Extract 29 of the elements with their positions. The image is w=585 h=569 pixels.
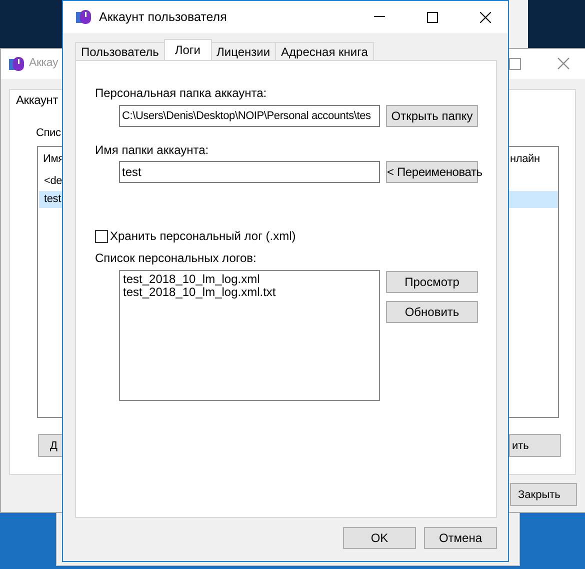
- list-label: Спис: [36, 127, 61, 139]
- column-header[interactable]: нлайн: [510, 153, 540, 165]
- tab[interactable]: Адресная книга: [275, 42, 374, 60]
- list-item[interactable]: test_2018_10_lm_log.xml.txt: [123, 286, 376, 299]
- minimize-icon[interactable]: [374, 16, 384, 18]
- checkbox-label[interactable]: Хранить персональный лог (.xml): [110, 229, 296, 244]
- tab[interactable]: Пользователь: [75, 42, 165, 60]
- checkbox[interactable]: [95, 230, 108, 243]
- list-item[interactable]: test_2018_10_lm_log.xml: [123, 273, 376, 286]
- app-icon: [9, 56, 25, 72]
- button[interactable]: Просмотр: [386, 271, 478, 293]
- field-label: Персональная папка аккаунта:: [95, 86, 268, 101]
- path-field[interactable]: C:\Users\Denis\Desktop\NOIP\Personal accounts\tes: [119, 105, 380, 127]
- close-icon[interactable]: [480, 12, 490, 22]
- open-folder-button[interactable]: Открыть папку: [386, 105, 478, 127]
- tab[interactable]: Логи: [164, 39, 212, 60]
- button[interactable]: ить: [509, 434, 561, 457]
- window-title: Аккаунт пользователя: [99, 10, 228, 24]
- window-title: Аккау: [29, 57, 58, 69]
- field-label: Имя папки аккаунта:: [95, 143, 210, 158]
- button[interactable]: Отмена: [424, 527, 497, 549]
- app-icon: [76, 9, 92, 25]
- folder-name-field[interactable]: test: [119, 161, 380, 183]
- tab[interactable]: Лицензии: [210, 42, 276, 60]
- button[interactable]: OK: [343, 527, 416, 549]
- button[interactable]: Закрыть: [510, 483, 577, 506]
- button[interactable]: Обновить: [386, 301, 478, 323]
- maximize-icon[interactable]: [426, 12, 438, 22]
- list-label: Список персональных логов:: [95, 251, 258, 266]
